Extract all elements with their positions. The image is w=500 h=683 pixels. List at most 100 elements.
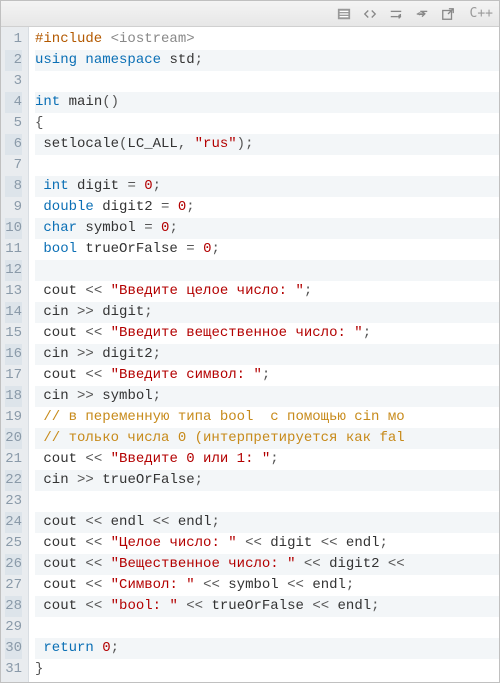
token-kw: char (35, 220, 85, 236)
code-line[interactable]: int digit = 0; (35, 176, 499, 197)
token-op: ; (380, 535, 388, 551)
line-number: 30 (5, 638, 22, 659)
code-area[interactable]: #include <iostream>using namespace std; … (29, 27, 499, 682)
code-line[interactable]: cout << "Введите символ: "; (35, 365, 499, 386)
token-op: << (85, 514, 110, 530)
code-line[interactable]: // в переменную типа bool с помощью cin … (35, 407, 499, 428)
line-number: 28 (5, 596, 22, 617)
code-line[interactable]: { (35, 113, 499, 134)
code-line[interactable]: cout << "bool: " << trueOrFalse << endl; (35, 596, 499, 617)
token-op: ; (186, 199, 194, 215)
line-number: 14 (5, 302, 22, 323)
token-op: , (178, 136, 195, 152)
token-kw: int (35, 94, 69, 110)
token-id: cin (35, 346, 77, 362)
line-number: 29 (5, 617, 22, 638)
token-id: cout (35, 598, 85, 614)
code-line[interactable]: } (35, 659, 499, 680)
token-op: >> (77, 472, 102, 488)
token-id: digit (77, 178, 127, 194)
token-op: ; (363, 325, 371, 341)
code-line[interactable]: int main() (35, 92, 499, 113)
code-line[interactable] (35, 260, 499, 281)
sync-icon[interactable]: ⇔ (414, 6, 430, 22)
code-line[interactable]: cout << endl << endl; (35, 512, 499, 533)
line-number: 8 (5, 176, 22, 197)
token-op: << (312, 598, 337, 614)
line-number: 3 (5, 71, 22, 92)
line-number: 10 (5, 218, 22, 239)
token-id: digit2 (329, 556, 388, 572)
code-line[interactable]: cout << "Введите 0 или 1: "; (35, 449, 499, 470)
token-id: trueOrFalse (102, 472, 194, 488)
code-line[interactable]: using namespace std; (35, 50, 499, 71)
token-id: cin (35, 472, 77, 488)
token-str: "Вещественное число: " (111, 556, 304, 572)
token-op: ; (153, 346, 161, 362)
line-number: 31 (5, 659, 22, 680)
token-id: endl (338, 598, 372, 614)
code-line[interactable]: cin >> trueOrFalse; (35, 470, 499, 491)
code-line[interactable]: cout << "Целое число: " << digit << endl… (35, 533, 499, 554)
code-line[interactable] (35, 71, 499, 92)
code-line[interactable]: char symbol = 0; (35, 218, 499, 239)
code-line[interactable]: cout << "Введите вещественное число: "; (35, 323, 499, 344)
token-id: symbol (85, 220, 144, 236)
token-op: << (321, 535, 346, 551)
line-number: 25 (5, 533, 22, 554)
token-str: "Целое число: " (111, 535, 245, 551)
token-id: cout (35, 514, 85, 530)
code-line[interactable]: return 0; (35, 638, 499, 659)
token-id: digit2 (102, 346, 152, 362)
line-number: 1 (5, 29, 22, 50)
code-icon[interactable] (362, 6, 378, 22)
line-number: 4 (5, 92, 22, 113)
line-number: 7 (5, 155, 22, 176)
line-number: 17 (5, 365, 22, 386)
token-id: setlocale (35, 136, 119, 152)
code-editor[interactable]: 1234567891011121314151617181920212223242… (1, 27, 499, 682)
code-line[interactable]: setlocale(LC_ALL, "rus"); (35, 134, 499, 155)
token-id: endl (178, 514, 212, 530)
line-number: 6 (5, 134, 22, 155)
token-op: ; (211, 241, 219, 257)
code-line[interactable]: cin >> digit2; (35, 344, 499, 365)
token-op: ; (211, 514, 219, 530)
token-op: << (85, 598, 110, 614)
line-number: 18 (5, 386, 22, 407)
token-id: cout (35, 577, 85, 593)
code-line[interactable]: cin >> symbol; (35, 386, 499, 407)
token-id: cin (35, 388, 77, 404)
code-line[interactable]: #include <iostream> (35, 29, 499, 50)
code-line[interactable]: cin >> digit; (35, 302, 499, 323)
code-line[interactable]: cout << "Введите целое число: "; (35, 281, 499, 302)
token-id: endl (312, 577, 346, 593)
code-line[interactable]: cout << "Вещественное число: " << digit2… (35, 554, 499, 575)
token-op: ; (144, 304, 152, 320)
code-line[interactable] (35, 491, 499, 512)
code-line[interactable]: // только числа 0 (интерпретируется как … (35, 428, 499, 449)
line-number-gutter: 1234567891011121314151617181920212223242… (1, 27, 29, 682)
token-str: "Введите 0 или 1: " (111, 451, 271, 467)
token-op: { (35, 115, 43, 131)
code-line[interactable] (35, 155, 499, 176)
token-kw: bool (35, 241, 85, 257)
token-id: cout (35, 535, 85, 551)
code-line[interactable]: bool trueOrFalse = 0; (35, 239, 499, 260)
token-id: endl (111, 514, 153, 530)
token-op: << (245, 535, 270, 551)
token-id: digit (102, 304, 144, 320)
line-number: 20 (5, 428, 22, 449)
wrap-icon[interactable] (388, 6, 404, 22)
line-number: 5 (5, 113, 22, 134)
token-inc: <iostream> (111, 31, 195, 47)
code-line[interactable] (35, 617, 499, 638)
code-line[interactable]: double digit2 = 0; (35, 197, 499, 218)
code-line[interactable]: cout << "Символ: " << symbol << endl; (35, 575, 499, 596)
token-pp: #include (35, 31, 111, 47)
menu-icon[interactable] (336, 6, 352, 22)
popout-icon[interactable] (440, 6, 456, 22)
line-number: 2 (5, 50, 22, 71)
token-id: LC_ALL (127, 136, 177, 152)
token-op: = (144, 220, 161, 236)
